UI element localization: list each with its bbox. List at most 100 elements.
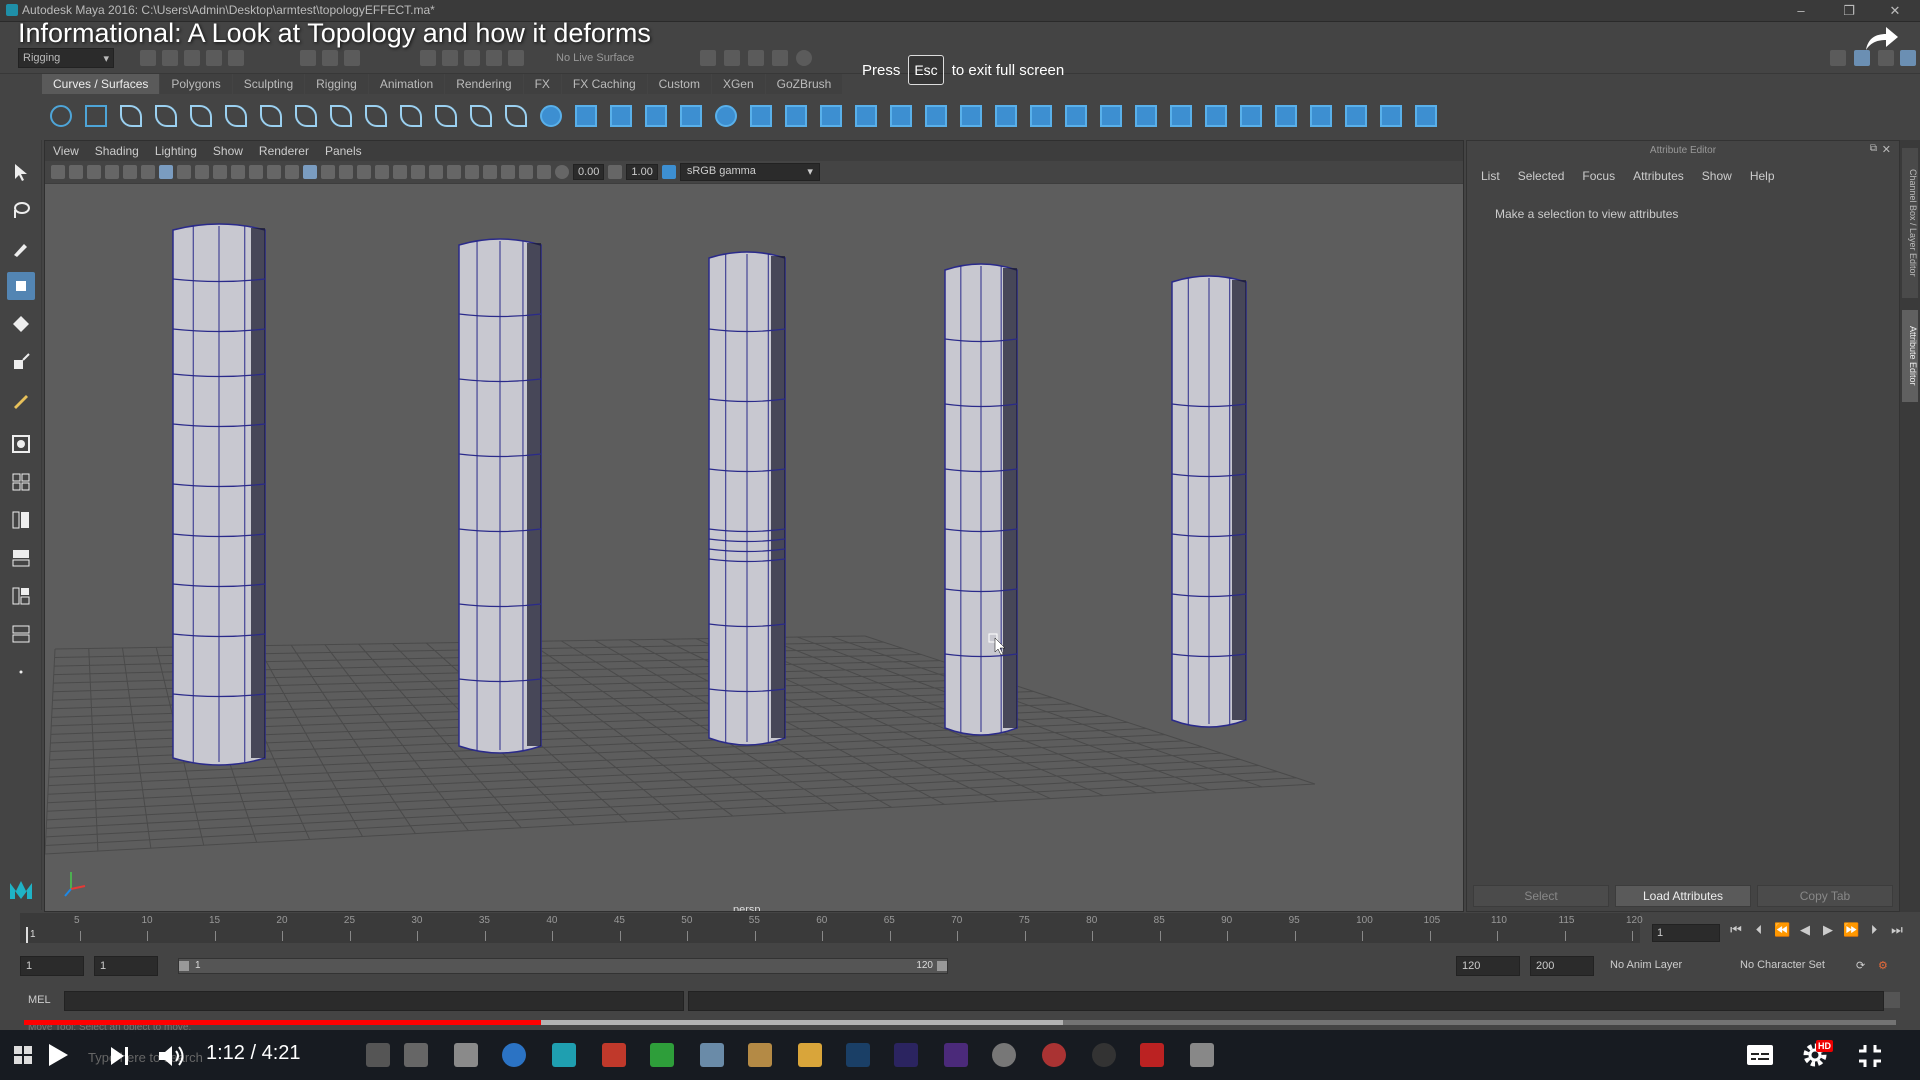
close-button[interactable]: ✕	[1880, 2, 1910, 20]
app-blue-box-icon[interactable]	[700, 1043, 724, 1067]
ep-curve-icon[interactable]	[151, 102, 180, 131]
attach-icon[interactable]	[1166, 102, 1195, 131]
exit-fullscreen-icon[interactable]	[1856, 1042, 1884, 1070]
viewport-menu-show[interactable]: Show	[213, 144, 243, 158]
boundary-icon[interactable]	[921, 102, 950, 131]
toggle-channel-box-icon[interactable]	[1900, 50, 1916, 66]
nurbs-cube-icon[interactable]	[571, 102, 600, 131]
insert-isoparm-icon[interactable]	[1306, 102, 1335, 131]
extend-curve-icon[interactable]	[501, 102, 530, 131]
app-red-figure-icon[interactable]	[1140, 1043, 1164, 1067]
viewport-menu-view[interactable]: View	[53, 144, 79, 158]
wireframe-icon[interactable]	[285, 165, 299, 179]
wireframe-on-shaded-icon[interactable]	[339, 165, 353, 179]
curve-fillet-icon[interactable]	[326, 102, 355, 131]
app-green-icon[interactable]	[650, 1043, 674, 1067]
select-object-icon[interactable]	[322, 50, 338, 66]
exposure-field[interactable]: 0.00	[573, 164, 605, 180]
bookmarks-icon[interactable]	[87, 165, 101, 179]
nurbs-sphere-icon[interactable]	[536, 102, 565, 131]
snap-curve-icon[interactable]	[442, 50, 458, 66]
shelf-tab-polygons[interactable]: Polygons	[160, 74, 232, 94]
play-icon[interactable]	[44, 1041, 72, 1069]
make-live-icon[interactable]	[508, 50, 524, 66]
script-editor-icon[interactable]	[1884, 992, 1900, 1008]
after-effects-icon[interactable]	[894, 1043, 918, 1067]
bezier-icon[interactable]	[291, 102, 320, 131]
screen-space-ao-icon[interactable]	[411, 165, 425, 179]
app-dark-round-icon[interactable]	[1092, 1043, 1116, 1067]
shelf-tab-custom[interactable]: Custom	[647, 74, 711, 94]
shelf-tab-fx-caching[interactable]: FX Caching	[561, 74, 647, 94]
go-to-end-icon[interactable]: ⏭	[1889, 922, 1905, 938]
toolbox-more-icon[interactable]	[7, 658, 35, 686]
square-surface-icon[interactable]	[956, 102, 985, 131]
anti-aliasing-icon[interactable]	[447, 165, 461, 179]
curve-reverse-icon[interactable]	[466, 102, 495, 131]
file-explorer-pin-icon[interactable]	[454, 1043, 478, 1067]
smooth-icon[interactable]	[1411, 102, 1440, 131]
step-forward-key-icon[interactable]: ⏵	[1866, 922, 1882, 938]
share-icon[interactable]	[1862, 24, 1902, 54]
chrome-icon[interactable]	[502, 1043, 526, 1067]
outliner-layout-icon[interactable]	[7, 620, 35, 648]
cortana-mic-icon[interactable]	[366, 1043, 390, 1067]
shelf-tab-fx[interactable]: FX	[523, 74, 561, 94]
motion-blur-icon[interactable]	[429, 165, 443, 179]
shelf-tab-rendering[interactable]: Rendering	[445, 74, 523, 94]
birail-icon[interactable]	[991, 102, 1020, 131]
toggle-modeling-toolkit-icon[interactable]	[1830, 50, 1846, 66]
play-backward-icon[interactable]: ◀	[1797, 922, 1813, 938]
shelf-tab-sculpting[interactable]: Sculpting	[232, 74, 305, 94]
time-slider[interactable]: 5 10 15 20 25 30 35 40 45 50 55 60 65 70 75 80 85 90 95 100…	[20, 913, 1643, 943]
next-video-icon[interactable]	[108, 1044, 132, 1068]
sculpt-icon[interactable]	[1376, 102, 1405, 131]
ae-menu-selected[interactable]: Selected	[1518, 169, 1565, 183]
play-forward-icon[interactable]: ▶	[1820, 922, 1836, 938]
snap-view-plane-icon[interactable]	[486, 50, 502, 66]
volume-icon[interactable]	[156, 1042, 188, 1070]
app-disc-icon[interactable]	[992, 1043, 1016, 1067]
safe-action-icon[interactable]	[249, 165, 263, 179]
curve-attach-icon[interactable]	[361, 102, 390, 131]
new-scene-icon[interactable]	[140, 50, 156, 66]
windows-start-icon[interactable]	[14, 1046, 32, 1064]
bevel-icon[interactable]	[886, 102, 915, 131]
lasso-tool-icon[interactable]	[7, 196, 35, 224]
menu-set-dropdown[interactable]: Rigging ▾	[18, 48, 114, 68]
camera-select-icon[interactable]	[51, 165, 65, 179]
app-red-icon[interactable]	[602, 1043, 626, 1067]
paint-select-tool-icon[interactable]	[7, 234, 35, 262]
rebuild-icon[interactable]	[1341, 102, 1370, 131]
render-view-icon[interactable]	[700, 50, 716, 66]
character-set-dropdown[interactable]: No Character Set	[1740, 959, 1825, 971]
ae-menu-help[interactable]: Help	[1750, 169, 1775, 183]
grease-pencil-icon[interactable]	[141, 165, 155, 179]
go-to-start-icon[interactable]: ⏮	[1728, 922, 1744, 938]
trim-icon[interactable]	[1096, 102, 1125, 131]
animation-preferences-icon[interactable]: ⚙	[1878, 959, 1888, 972]
persp-outliner-layout-icon[interactable]	[7, 506, 35, 534]
snap-grid-icon[interactable]	[420, 50, 436, 66]
render-frame-icon[interactable]	[724, 50, 740, 66]
2d-pan-zoom-icon[interactable]	[123, 165, 137, 179]
film-gate-icon[interactable]	[177, 165, 191, 179]
nurbs-cone-icon[interactable]	[641, 102, 670, 131]
nurbs-square-icon[interactable]	[81, 102, 110, 131]
resolution-gate-icon[interactable]	[195, 165, 209, 179]
subtitles-icon[interactable]	[1746, 1044, 1774, 1066]
ae-menu-list[interactable]: List	[1481, 169, 1500, 183]
animation-start-field[interactable]: 1	[20, 956, 84, 976]
use-all-lights-icon[interactable]	[375, 165, 389, 179]
view-transform-dropdown[interactable]: sRGB gamma ▾	[679, 163, 820, 181]
project-curve-icon[interactable]	[1026, 102, 1055, 131]
curve-tool-icon[interactable]	[256, 102, 285, 131]
3d-viewport[interactable]: persp	[45, 184, 1463, 911]
single-perspective-layout-icon[interactable]	[7, 430, 35, 458]
scene-canvas[interactable]	[45, 184, 1463, 911]
untrim-icon[interactable]	[1131, 102, 1160, 131]
gamma-field[interactable]: 1.00	[626, 164, 658, 180]
animation-end-field[interactable]: 200	[1530, 956, 1594, 976]
cv-curve-icon[interactable]	[116, 102, 145, 131]
step-forward-frame-icon[interactable]: ⏩	[1843, 922, 1859, 938]
